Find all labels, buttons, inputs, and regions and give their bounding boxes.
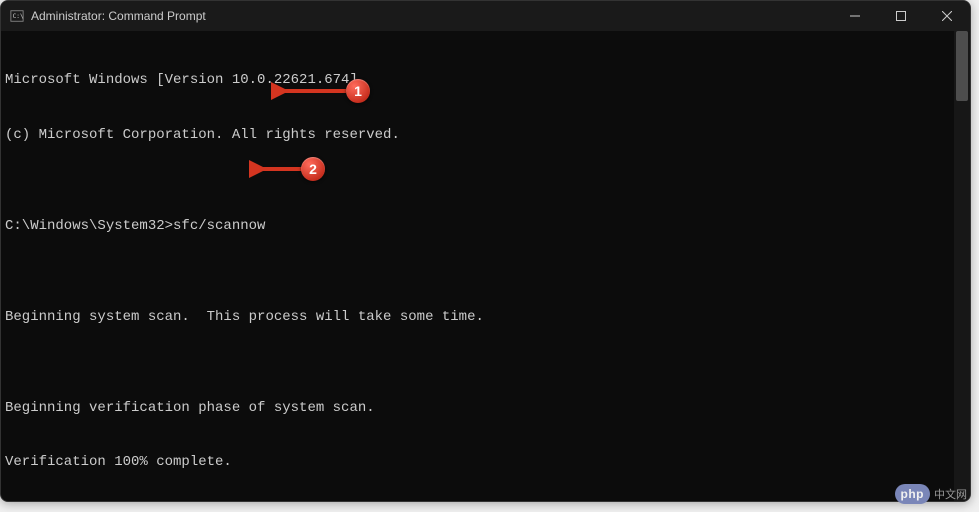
titlebar-left: C:\ Administrator: Command Prompt bbox=[9, 8, 206, 24]
watermark-logo: php bbox=[895, 484, 931, 504]
annotation-arrow-icon bbox=[271, 81, 351, 101]
watermark: php 中文网 bbox=[895, 484, 968, 504]
annotation-arrow-icon bbox=[249, 159, 309, 179]
watermark-text: 中文网 bbox=[934, 486, 967, 502]
annotation-badge-2: 2 bbox=[301, 157, 325, 181]
vertical-scrollbar[interactable] bbox=[954, 31, 970, 501]
output-line: (c) Microsoft Corporation. All rights re… bbox=[5, 126, 966, 144]
output-line: Verification 100% complete. bbox=[5, 453, 966, 471]
maximize-button[interactable] bbox=[878, 1, 924, 31]
prompt-line-command: C:\Windows\System32>sfc/scannow bbox=[5, 217, 966, 235]
output-line: Beginning system scan. This process will… bbox=[5, 308, 966, 326]
output-line: Microsoft Windows [Version 10.0.22621.67… bbox=[5, 71, 966, 89]
annotation-badge-1: 1 bbox=[346, 79, 370, 103]
titlebar[interactable]: C:\ Administrator: Command Prompt bbox=[1, 1, 970, 31]
terminal-output[interactable]: Microsoft Windows [Version 10.0.22621.67… bbox=[1, 31, 970, 501]
cmd-icon: C:\ bbox=[9, 8, 25, 24]
svg-text:C:\: C:\ bbox=[13, 13, 24, 20]
minimize-button[interactable] bbox=[832, 1, 878, 31]
output-line: Beginning verification phase of system s… bbox=[5, 399, 966, 417]
close-button[interactable] bbox=[924, 1, 970, 31]
window-title: Administrator: Command Prompt bbox=[31, 9, 206, 23]
scrollbar-thumb[interactable] bbox=[956, 31, 968, 101]
window-controls bbox=[832, 1, 970, 31]
command-prompt-window: C:\ Administrator: Command Prompt Micros… bbox=[0, 0, 971, 502]
